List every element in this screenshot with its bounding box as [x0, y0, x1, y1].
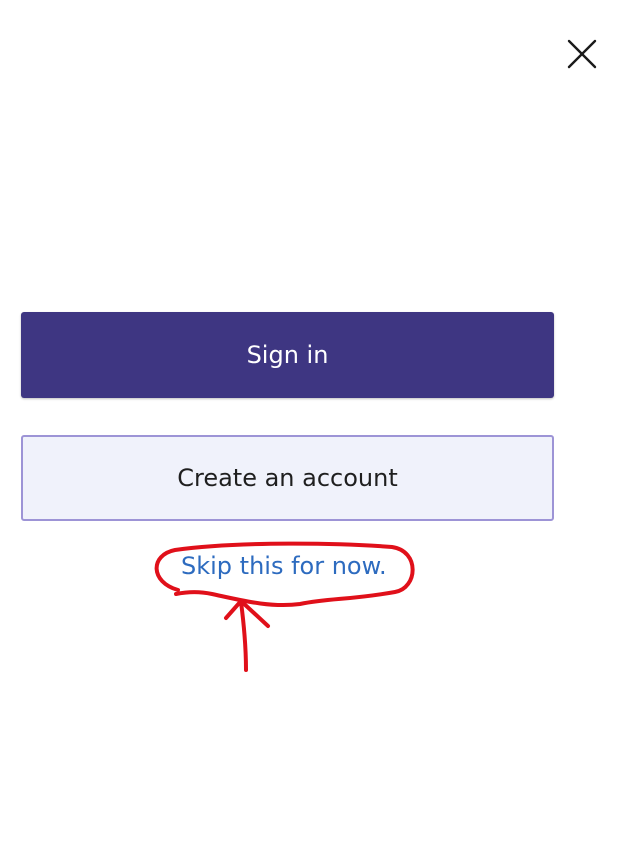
create-account-button[interactable]: Create an account [21, 435, 554, 521]
skip-link[interactable]: Skip this for now. [181, 552, 387, 580]
close-button[interactable] [562, 34, 602, 74]
annotation-arrow-head [224, 599, 270, 628]
annotation-arrow-shaft [239, 600, 248, 672]
sign-in-dialog: Sign in Create an account Skip this for … [0, 0, 624, 867]
close-icon [567, 39, 597, 69]
red-annotation-overlay [154, 541, 415, 672]
sign-in-button[interactable]: Sign in [21, 312, 554, 398]
